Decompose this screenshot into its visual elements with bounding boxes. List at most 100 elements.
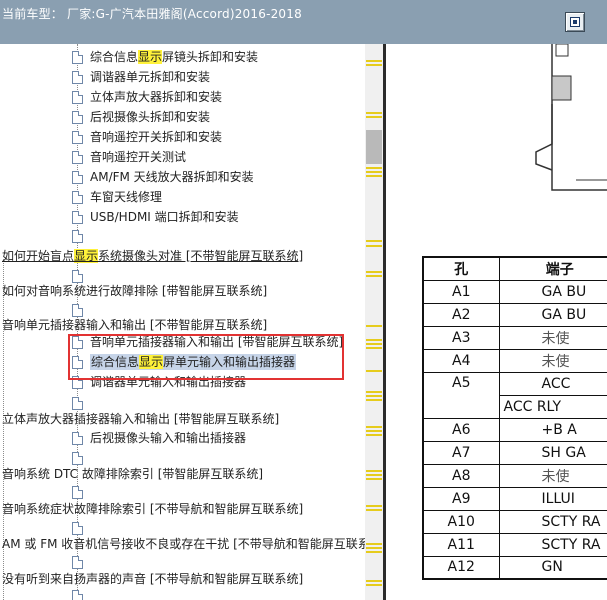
tree-item-label: AM/FM 天线放大器拆卸和安装 (90, 170, 254, 184)
search-hit-marker (366, 271, 382, 273)
tree-item[interactable]: 车窗天线修理 (72, 187, 162, 207)
tree-scrollbar[interactable] (365, 44, 383, 600)
pin-cell: A8 (422, 463, 500, 488)
search-hit-marker (366, 543, 382, 545)
tree-item[interactable]: 立体声放大器插接器输入和输出 [带智能屏互联系统] (2, 409, 279, 429)
document-icon (72, 555, 83, 569)
terminal-cell: GN (498, 555, 607, 580)
search-hit-marker (366, 240, 382, 242)
document-icon (72, 375, 83, 389)
search-hit-marker (366, 580, 382, 582)
tree-item-label: 如何对音响系统进行故障排除 [带智能屏互联系统] (2, 284, 268, 298)
search-hit-marker (366, 171, 382, 173)
table-row: A2 GA BU (422, 302, 607, 327)
search-hit-marker (366, 175, 382, 177)
tree-item[interactable] (72, 226, 90, 246)
tree-item-label: 音响系统症状故障排除索引 [不带导航和智能屏互联系统] (2, 502, 304, 516)
tree-item-label: 后视摄像头拆卸和安装 (90, 110, 211, 124)
tree-item-selected[interactable]: 综合信息显示屏单元输入和输出插接器 (72, 352, 297, 372)
tree-item-label: 车窗天线修理 (90, 190, 163, 204)
document-icon (72, 485, 83, 499)
tree-item-label: 立体声放大器插接器输入和输出 [带智能屏互联系统] (2, 412, 280, 426)
table-row: A7 SH GA (422, 440, 607, 465)
search-hit-marker (366, 167, 382, 169)
pin-cell: A12 (422, 555, 500, 580)
tree-item[interactable]: 立体声放大器拆卸和安装 (72, 87, 222, 107)
document-icon (72, 335, 83, 349)
terminal-cell: 未使 (498, 348, 607, 373)
tree-item-label: USB/HDMI 端口拆卸和安装 (90, 210, 239, 224)
search-hit-marker (366, 547, 382, 549)
table-row: A9 ILLUI (422, 486, 607, 511)
terminal-cell: +B A (498, 417, 607, 442)
table-row: A6 +B A (422, 417, 607, 442)
pin-cell: A4 (422, 348, 500, 373)
document-icon (72, 589, 83, 600)
tree-item[interactable]: 如何对音响系统进行故障排除 [带智能屏互联系统] (2, 281, 267, 301)
tree-item-label: 如何开始盲点显示系统摄像头对准 [不带智能屏互联系统] (2, 249, 304, 263)
pin-cell: A3 (422, 325, 500, 350)
tree-item[interactable]: 音响单元插接器输入和输出 [带智能屏互联系统] (72, 332, 343, 352)
search-hit-marker (366, 395, 382, 397)
pin-cell: A6 (422, 417, 500, 442)
tree-item-label: 音响系统 DTC 故障排除索引 [带智能屏互联系统] (2, 467, 264, 481)
document-icon (72, 451, 83, 465)
scrollbar-thumb[interactable] (366, 130, 382, 164)
tree-item[interactable]: 调谐器单元输入和输出插接器 (72, 372, 246, 392)
tree-item[interactable]: AM 或 FM 收音机信号接收不良或存在干扰 [不带导航和智能屏互联系统] (2, 534, 384, 554)
terminal-cell: SCTY RA (498, 532, 607, 557)
tree-item-label: 音响遥控开关拆卸和安装 (90, 130, 223, 144)
tree-item[interactable]: 后视摄像头拆卸和安装 (72, 107, 210, 127)
terminal-cell: ILLUI (498, 486, 607, 511)
tree-item-label: 立体声放大器拆卸和安装 (90, 90, 223, 104)
tree-item[interactable]: 综合信息显示屏镜头拆卸和安装 (72, 47, 258, 67)
search-hit-marker (366, 391, 382, 393)
search-hit-marker (366, 64, 382, 66)
vehicle-model-label: 当前车型： 厂家:G-广汽本田雅阁(Accord)2016-2018 (2, 7, 302, 21)
search-hit-marker (366, 116, 382, 118)
tree-item[interactable]: 如何开始盲点显示系统摄像头对准 [不带智能屏互联系统] (2, 246, 303, 266)
terminal-cell: SH GA (498, 440, 607, 465)
search-hit-marker (366, 584, 382, 586)
tree-item-label: 音响遥控开关测试 (90, 150, 187, 164)
pin-cell: A10 (422, 509, 500, 534)
tree-item[interactable]: 音响系统 DTC 故障排除索引 [带智能屏互联系统] (2, 464, 263, 484)
search-hit-marker (366, 478, 382, 480)
terminal-cell: 未使 (498, 325, 607, 350)
search-hit-marker (366, 275, 382, 277)
tree-item[interactable]: 音响遥控开关拆卸和安装 (72, 127, 222, 147)
tree-item[interactable]: AM/FM 天线放大器拆卸和安装 (72, 167, 254, 187)
document-icon (72, 110, 83, 124)
pin-cell: A5 (422, 371, 500, 419)
search-hit-marker (366, 430, 382, 432)
search-hit-marker (366, 426, 382, 428)
search-hit-marker (366, 245, 382, 247)
table-header-row: 孔 端子 (422, 256, 607, 281)
tree-item-label: 音响单元插接器输入和输出 [不带智能屏互联系统] (2, 318, 268, 332)
tree-item[interactable]: USB/HDMI 端口拆卸和安装 (72, 207, 239, 227)
toggle-pane-button[interactable] (565, 12, 585, 32)
tree-item[interactable]: 音响遥控开关测试 (72, 147, 186, 167)
document-viewer: 孔 端子 A1 GA BU A2 GA BU A3 未使 A4 未使 A5 ACC ACC… (386, 44, 607, 600)
tree-item-label: 音响单元插接器输入和输出 [带智能屏互联系统] (90, 335, 344, 349)
document-icon (72, 170, 83, 184)
search-hit-marker (366, 370, 382, 372)
tree-item[interactable]: 调谐器单元拆卸和安装 (72, 67, 210, 87)
tree-item[interactable]: 没有听到来自扬声器的声音 [不带导航和智能屏互联系统] (2, 569, 303, 589)
document-icon (72, 521, 83, 535)
tree-item[interactable]: 后视摄像头输入和输出插接器 (72, 428, 246, 448)
window-toggle-icon (570, 17, 580, 27)
tree-item-label: 综合信息显示屏单元输入和输出插接器 (90, 354, 297, 370)
connector-pin-table: 孔 端子 A1 GA BU A2 GA BU A3 未使 A4 未使 A5 ACC ACC… (422, 256, 607, 580)
search-hit-marker (366, 339, 382, 341)
column-header-pin: 孔 (422, 256, 500, 281)
document-icon (72, 229, 83, 243)
tree-item[interactable]: 音响系统症状故障排除索引 [不带导航和智能屏互联系统] (2, 499, 303, 519)
tree-item-label: 调谐器单元输入和输出插接器 (90, 375, 247, 389)
table-row: A8 未使 (422, 463, 607, 488)
tree-item-label: 综合信息显示屏镜头拆卸和安装 (90, 50, 259, 64)
terminal-cell: SCTY RA (498, 509, 607, 534)
pin-cell: A11 (422, 532, 500, 557)
pin-cell: A7 (422, 440, 500, 465)
tree-item[interactable] (72, 586, 90, 600)
